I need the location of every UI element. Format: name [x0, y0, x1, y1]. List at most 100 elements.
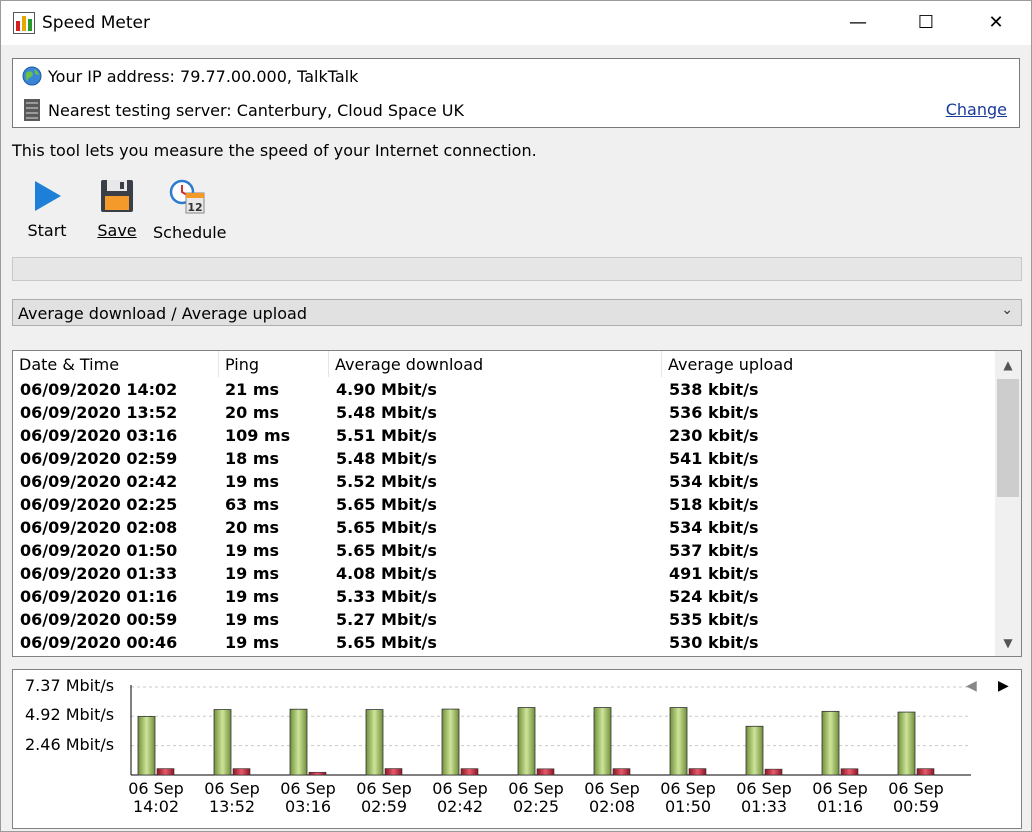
cell-average-upload: 518 kbit/s [669, 495, 759, 514]
x-tick-time: 14:02 [132, 797, 180, 816]
x-tick-label: 06 Sep 13:52 [194, 780, 270, 816]
cell-average-upload: 541 kbit/s [669, 449, 759, 468]
cell-average-upload: 536 kbit/s [669, 403, 759, 422]
connection-info-panel: Your IP address: 79.77.00.000, TalkTalk … [12, 58, 1020, 128]
results-table: Date & Time Ping Average download Averag… [12, 350, 1022, 657]
upload-bar [688, 768, 707, 776]
x-tick-label: 06 Sep 14:02 [118, 780, 194, 816]
window-title: Speed Meter [42, 13, 150, 33]
cell-date-time: 06/09/2020 02:59 [20, 449, 178, 468]
table-row[interactable]: 06/09/2020 02:08 20 ms 5.65 Mbit/s 534 kbit… [13, 516, 995, 539]
cell-date-time: 06/09/2020 01:50 [20, 541, 178, 560]
table-row[interactable]: 06/09/2020 00:59 19 ms 5.27 Mbit/s 535 kbit… [13, 608, 995, 631]
x-tick-time: 02:25 [512, 797, 560, 816]
chart-scroll-left-icon[interactable]: ◀ [966, 678, 977, 694]
x-tick-time: 03:16 [284, 797, 332, 816]
download-bar [669, 707, 688, 776]
schedule-label: Schedule [153, 223, 227, 242]
scrollbar-thumb[interactable] [997, 379, 1019, 497]
cell-ping: 20 ms [225, 403, 280, 422]
download-bar [897, 711, 916, 776]
table-vertical-scrollbar[interactable]: ▲ ▼ [995, 351, 1021, 656]
x-tick-label: 06 Sep 02:59 [346, 780, 422, 816]
minimize-button[interactable]: — [823, 1, 893, 45]
x-tick-label: 06 Sep 02:08 [574, 780, 650, 816]
cell-average-upload: 534 kbit/s [669, 472, 759, 491]
cell-date-time: 06/09/2020 02:42 [20, 472, 178, 491]
table-header: Date & Time Ping Average download Averag… [13, 351, 995, 377]
cell-average-download: 5.51 Mbit/s [336, 426, 437, 445]
column-header-ping[interactable]: Ping [219, 351, 329, 377]
cell-ping: 19 ms [225, 610, 280, 629]
view-mode-dropdown[interactable]: Average download / Average upload ⌄ [12, 299, 1022, 326]
table-row[interactable]: 06/09/2020 13:52 20 ms 5.48 Mbit/s 536 kbit… [13, 401, 995, 424]
upload-bar [536, 768, 555, 776]
download-bar [517, 707, 536, 776]
upload-bar [384, 768, 403, 776]
scroll-up-arrow-icon[interactable]: ▲ [995, 353, 1021, 377]
table-row[interactable]: 06/09/2020 02:59 18 ms 5.48 Mbit/s 541 kbit… [13, 447, 995, 470]
change-server-link[interactable]: Change [946, 100, 1007, 119]
table-row[interactable]: 06/09/2020 14:02 21 ms 4.90 Mbit/s 538 kbit… [13, 378, 995, 401]
x-tick-label: 06 Sep 00:59 [878, 780, 954, 816]
cell-average-download: 4.90 Mbit/s [336, 380, 437, 399]
save-button[interactable]: Save [95, 179, 139, 240]
bar-chart-app-icon [13, 12, 35, 34]
cell-average-upload: 530 kbit/s [669, 633, 759, 652]
close-icon: ✕ [988, 12, 1004, 33]
cell-ping: 109 ms [225, 426, 291, 445]
cell-date-time: 06/09/2020 14:02 [20, 380, 178, 399]
cell-average-download: 4.08 Mbit/s [336, 564, 437, 583]
table-row[interactable]: 06/09/2020 03:16 109 ms 5.51 Mbit/s 230 kbi… [13, 424, 995, 447]
scroll-down-arrow-icon[interactable]: ▼ [995, 631, 1021, 655]
table-row[interactable]: 06/09/2020 00:46 19 ms 5.65 Mbit/s 530 kbit… [13, 631, 995, 654]
server-row: Nearest testing server: Canterbury, Clou… [22, 98, 464, 122]
minimize-icon: — [849, 12, 867, 33]
cell-average-upload: 538 kbit/s [669, 380, 759, 399]
start-label: Start [27, 221, 67, 240]
cell-ping: 19 ms [225, 541, 280, 560]
speed-meter-window: Speed Meter — ☐ ✕ Your IP address: 79.77… [0, 0, 1032, 832]
x-tick-date: 06 Sep [356, 779, 412, 798]
cell-date-time: 06/09/2020 13:52 [20, 403, 178, 422]
cell-date-time: 06/09/2020 01:16 [20, 587, 178, 606]
table-row[interactable]: 06/09/2020 02:25 63 ms 5.65 Mbit/s 518 kbit… [13, 493, 995, 516]
cell-average-download: 5.48 Mbit/s [336, 449, 437, 468]
cell-average-download: 5.33 Mbit/s [336, 587, 437, 606]
column-header-average-upload[interactable]: Average upload [662, 351, 995, 377]
upload-bar [460, 768, 479, 776]
column-header-average-download[interactable]: Average download [329, 351, 662, 377]
title-bar[interactable]: Speed Meter — ☐ ✕ [1, 1, 1031, 45]
cell-ping: 19 ms [225, 633, 280, 652]
chart-scroll-right-icon[interactable]: ▶ [998, 678, 1009, 694]
column-header-date-time[interactable]: Date & Time [13, 351, 219, 377]
y-tick-label: 4.92 Mbit/s [25, 705, 115, 725]
y-tick-label: 2.46 Mbit/s [25, 734, 115, 754]
download-bar [441, 708, 460, 776]
play-icon [35, 181, 61, 211]
x-tick-date: 06 Sep [204, 779, 260, 798]
tool-description: This tool lets you measure the speed of … [12, 141, 537, 160]
close-button[interactable]: ✕ [961, 1, 1031, 45]
x-tick-label: 06 Sep 02:25 [498, 780, 574, 816]
cell-average-download: 5.65 Mbit/s [336, 518, 437, 537]
x-tick-time: 02:42 [436, 797, 484, 816]
cell-average-upload: 534 kbit/s [669, 518, 759, 537]
download-bar [365, 709, 384, 776]
cell-ping: 21 ms [225, 380, 280, 399]
maximize-button[interactable]: ☐ [891, 1, 961, 45]
x-tick-date: 06 Sep [280, 779, 336, 798]
cell-date-time: 06/09/2020 02:08 [20, 518, 178, 537]
table-row[interactable]: 06/09/2020 01:33 19 ms 4.08 Mbit/s 491 kbit… [13, 562, 995, 585]
table-row[interactable]: 06/09/2020 02:42 19 ms 5.52 Mbit/s 534 kbit… [13, 470, 995, 493]
start-button[interactable]: Start [25, 179, 69, 240]
schedule-button[interactable]: 12 Schedule [153, 179, 227, 242]
download-bar [821, 710, 840, 776]
table-row[interactable]: 06/09/2020 01:50 19 ms 5.65 Mbit/s 537 kbit… [13, 539, 995, 562]
cell-average-download: 5.65 Mbit/s [336, 633, 437, 652]
upload-bar [612, 768, 631, 776]
table-row[interactable]: 06/09/2020 01:16 19 ms 5.33 Mbit/s 524 kbit… [13, 585, 995, 608]
save-label: Save [97, 221, 137, 240]
download-bar [745, 725, 764, 776]
server-icon [24, 99, 40, 121]
